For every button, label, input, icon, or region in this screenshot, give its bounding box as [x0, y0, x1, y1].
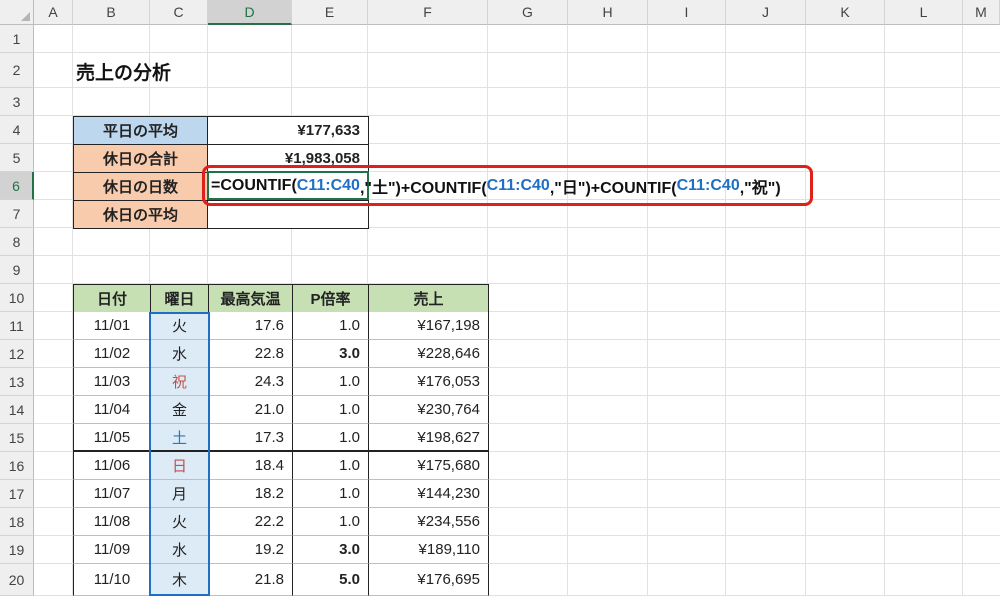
table-cell-max-temp[interactable]: 21.8: [208, 564, 293, 596]
column-header-l[interactable]: L: [885, 0, 963, 25]
summary-value-weekday-avg[interactable]: ¥177,633: [207, 116, 369, 145]
table-cell-date[interactable]: 11/07: [73, 480, 151, 508]
table-cell-date[interactable]: 11/05: [73, 424, 151, 452]
table-cell-date[interactable]: 11/10: [73, 564, 151, 596]
table-cell-point-rate[interactable]: 1.0: [292, 396, 369, 424]
table-cell-weekday[interactable]: 金: [150, 396, 209, 424]
column-header-a[interactable]: A: [34, 0, 73, 25]
column-header-d[interactable]: D: [208, 0, 292, 25]
row-header-5[interactable]: 5: [0, 144, 34, 172]
table-cell-weekday[interactable]: 日: [150, 452, 209, 480]
column-header-i[interactable]: I: [648, 0, 726, 25]
table-cell-sales[interactable]: ¥198,627: [368, 424, 489, 452]
table-cell-date[interactable]: 11/04: [73, 396, 151, 424]
row-header-4[interactable]: 4: [0, 116, 34, 144]
row-header-12[interactable]: 12: [0, 340, 34, 368]
sheet-title[interactable]: 売上の分析: [76, 57, 171, 85]
row-header-18[interactable]: 18: [0, 508, 34, 536]
column-header-e[interactable]: E: [292, 0, 368, 25]
table-cell-point-rate[interactable]: 1.0: [292, 480, 369, 508]
table-header-sales[interactable]: 売上: [368, 284, 489, 313]
table-cell-sales[interactable]: ¥167,198: [368, 312, 489, 340]
summary-label-holiday-avg[interactable]: 休日の平均: [73, 200, 208, 229]
select-all-corner[interactable]: [0, 0, 34, 25]
table-cell-max-temp[interactable]: 22.8: [208, 340, 293, 368]
table-cell-date[interactable]: 11/02: [73, 340, 151, 368]
table-cell-max-temp[interactable]: 22.2: [208, 508, 293, 536]
table-header-point-rate[interactable]: P倍率: [292, 284, 369, 313]
table-cell-sales[interactable]: ¥176,695: [368, 564, 489, 596]
column-header-f[interactable]: F: [368, 0, 488, 25]
formula-highlight-box: [202, 165, 813, 206]
row-header-3[interactable]: 3: [0, 88, 34, 116]
table-cell-weekday[interactable]: 祝: [150, 368, 209, 396]
table-header-date[interactable]: 日付: [73, 284, 151, 313]
table-cell-sales[interactable]: ¥234,556: [368, 508, 489, 536]
table-cell-sales[interactable]: ¥176,053: [368, 368, 489, 396]
row-header-11[interactable]: 11: [0, 312, 34, 340]
table-cell-max-temp[interactable]: 18.2: [208, 480, 293, 508]
table-cell-date[interactable]: 11/09: [73, 536, 151, 564]
table-cell-sales[interactable]: ¥230,764: [368, 396, 489, 424]
row-header-20[interactable]: 20: [0, 564, 34, 596]
row-header-6[interactable]: 6: [0, 172, 34, 200]
table-cell-point-rate[interactable]: 5.0: [292, 564, 369, 596]
column-header-c[interactable]: C: [150, 0, 208, 25]
row-header-19[interactable]: 19: [0, 536, 34, 564]
table-cell-sales[interactable]: ¥228,646: [368, 340, 489, 368]
table-cell-point-rate[interactable]: 1.0: [292, 368, 369, 396]
table-cell-sales[interactable]: ¥189,110: [368, 536, 489, 564]
column-header-g[interactable]: G: [488, 0, 568, 25]
gridline: [34, 87, 1000, 88]
row-header-13[interactable]: 13: [0, 368, 34, 396]
table-cell-max-temp[interactable]: 17.6: [208, 312, 293, 340]
row-header-1[interactable]: 1: [0, 25, 34, 53]
table-cell-date[interactable]: 11/03: [73, 368, 151, 396]
table-cell-point-rate[interactable]: 1.0: [292, 424, 369, 452]
table-cell-max-temp[interactable]: 21.0: [208, 396, 293, 424]
table-cell-point-rate[interactable]: 3.0: [292, 340, 369, 368]
table-cell-max-temp[interactable]: 19.2: [208, 536, 293, 564]
table-cell-weekday[interactable]: 土: [150, 424, 209, 452]
table-cell-date[interactable]: 11/08: [73, 508, 151, 536]
row-header-15[interactable]: 15: [0, 424, 34, 452]
column-header-m[interactable]: M: [963, 0, 1000, 25]
table-cell-weekday[interactable]: 木: [150, 564, 209, 596]
table-cell-point-rate[interactable]: 1.0: [292, 452, 369, 480]
summary-label-holiday-days[interactable]: 休日の日数: [73, 172, 208, 201]
table-cell-weekday[interactable]: 水: [150, 536, 209, 564]
row-header-8[interactable]: 8: [0, 228, 34, 256]
gridline: [34, 52, 1000, 53]
row-header-9[interactable]: 9: [0, 256, 34, 284]
summary-label-holiday-total[interactable]: 休日の合計: [73, 144, 208, 173]
table-cell-max-temp[interactable]: 18.4: [208, 452, 293, 480]
table-cell-date[interactable]: 11/01: [73, 312, 151, 340]
row-header-7[interactable]: 7: [0, 200, 34, 228]
column-header-b[interactable]: B: [73, 0, 150, 25]
table-cell-weekday[interactable]: 月: [150, 480, 209, 508]
table-header-max-temp[interactable]: 最高気温: [208, 284, 293, 313]
summary-label-weekday-avg[interactable]: 平日の平均: [73, 116, 208, 145]
row-header-10[interactable]: 10: [0, 284, 34, 312]
table-cell-max-temp[interactable]: 17.3: [208, 424, 293, 452]
column-header-k[interactable]: K: [806, 0, 885, 25]
column-header-h[interactable]: H: [568, 0, 648, 25]
table-cell-point-rate[interactable]: 1.0: [292, 312, 369, 340]
table-cell-weekday[interactable]: 水: [150, 340, 209, 368]
row-header-2[interactable]: 2: [0, 53, 34, 88]
table-header-weekday[interactable]: 曜日: [150, 284, 209, 313]
row-header-16[interactable]: 16: [0, 452, 34, 480]
table-cell-max-temp[interactable]: 24.3: [208, 368, 293, 396]
gridline: [34, 255, 1000, 256]
row-header-17[interactable]: 17: [0, 480, 34, 508]
table-cell-date[interactable]: 11/06: [73, 452, 151, 480]
table-cell-point-rate[interactable]: 3.0: [292, 536, 369, 564]
column-header-j[interactable]: J: [726, 0, 806, 25]
table-cell-point-rate[interactable]: 1.0: [292, 508, 369, 536]
table-cell-sales[interactable]: ¥175,680: [368, 452, 489, 480]
table-cell-weekday[interactable]: 火: [150, 312, 209, 340]
row-header-14[interactable]: 14: [0, 396, 34, 424]
table-cell-weekday[interactable]: 火: [150, 508, 209, 536]
table-cell-sales[interactable]: ¥144,230: [368, 480, 489, 508]
